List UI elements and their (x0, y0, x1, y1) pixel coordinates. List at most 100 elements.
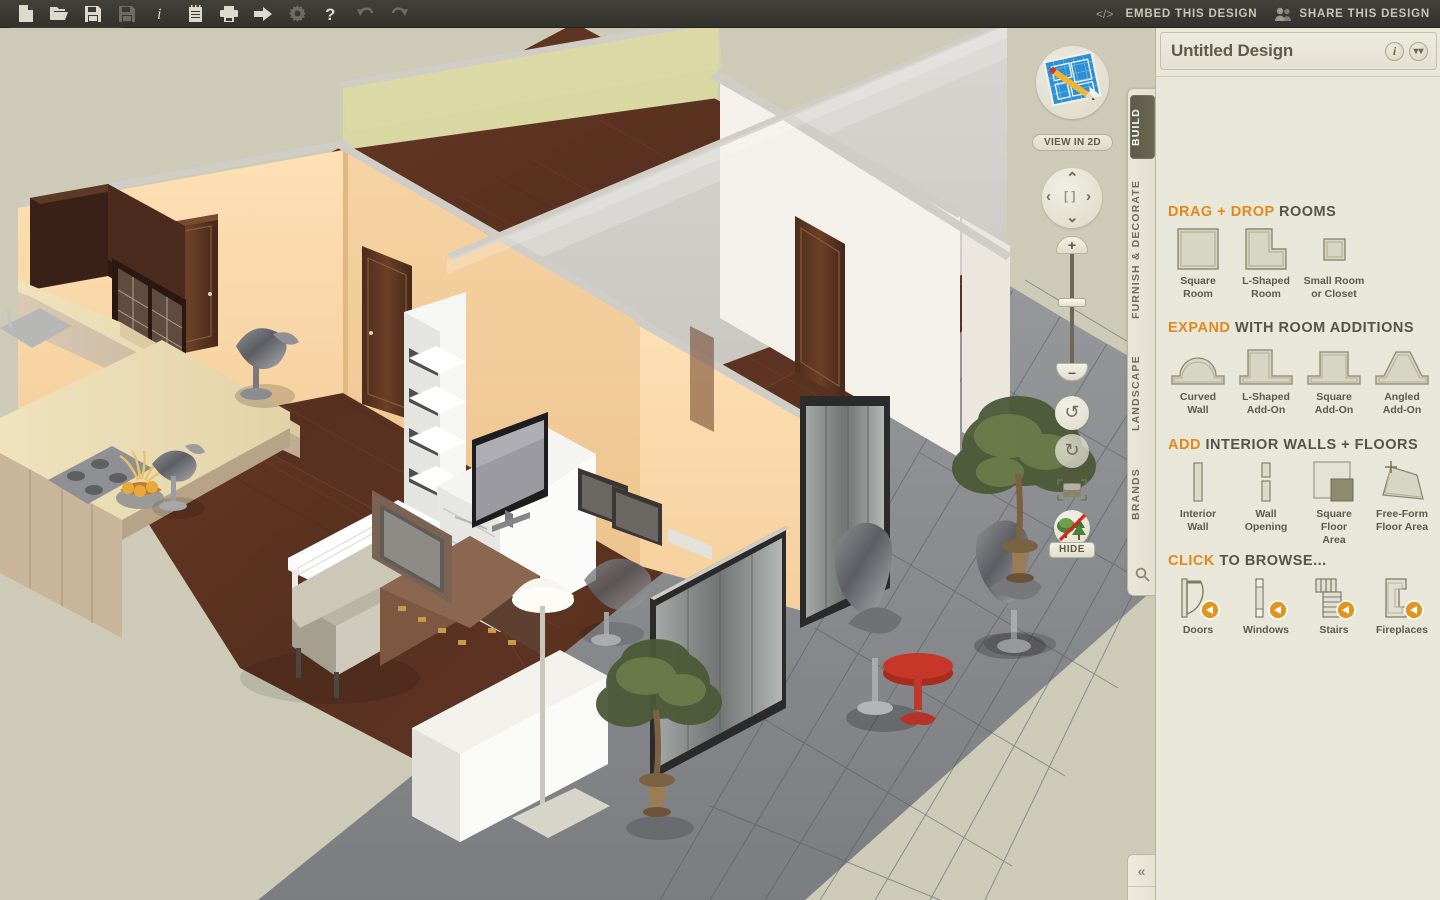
item-doors[interactable]: Doors (1167, 575, 1229, 637)
export-icon[interactable] (246, 1, 280, 27)
item-label: L-Shaped Add-On (1242, 391, 1290, 416)
item-l-shaped-addon[interactable]: L-Shaped Add-On (1235, 342, 1297, 417)
collapse-next-button[interactable]: » (1128, 888, 1155, 900)
item-windows[interactable]: Windows (1235, 575, 1297, 637)
item-label: Small Room or Closet (1303, 275, 1365, 300)
collapse-prev-button[interactable]: « (1128, 855, 1155, 887)
mode-tab-rail: BUILD FURNISH & DECORATE LANDSCAPE BRAND… (1127, 88, 1155, 596)
notes-icon[interactable] (178, 1, 212, 27)
browse-item-list: Doors Windows Stairs Fireplaces (1156, 575, 1440, 637)
free-form-floor-area-icon (1371, 459, 1433, 505)
toolbar-right-links: </> EMBED THIS DESIGN SHARE THIS DESIGN (1096, 7, 1440, 21)
rooms-item-list: Square Room L-Shaped Room Small Room or Clo… (1156, 226, 1440, 301)
item-fireplaces[interactable]: Fireplaces (1371, 575, 1433, 637)
section-title-rest: WITH ROOM ADDITIONS (1234, 320, 1415, 336)
print-icon[interactable] (212, 1, 246, 27)
item-l-shaped-room[interactable]: L-Shaped Room (1235, 226, 1297, 301)
new-document-icon[interactable] (8, 1, 42, 27)
pan-center-reset[interactable]: [ ] (1064, 189, 1075, 203)
svg-text:?: ? (325, 5, 335, 22)
item-interior-wall[interactable]: Interior Wall (1167, 459, 1229, 547)
item-square-floor-area[interactable]: Square Floor Area (1303, 459, 1365, 547)
view-in-2d-button[interactable] (1036, 46, 1109, 119)
item-square-addon[interactable]: Square Add-On (1303, 342, 1365, 417)
crop-frame-icon (1057, 479, 1087, 501)
tree-hide-icon (1057, 513, 1087, 542)
view-in-2d-label[interactable]: VIEW IN 2D (1032, 134, 1113, 151)
open-folder-icon[interactable] (42, 1, 76, 27)
pan-up-arrow[interactable]: ⌃ (1066, 169, 1079, 187)
item-square-room[interactable]: Square Room (1167, 226, 1229, 301)
l-shaped-addon-icon (1235, 342, 1297, 388)
save-icon[interactable] (76, 1, 110, 27)
panel-nav-bar (1156, 76, 1440, 156)
item-angled-addon[interactable]: Angled Add-On (1371, 342, 1433, 417)
item-label: Square Room (1180, 275, 1216, 300)
redo-icon[interactable] (382, 1, 416, 27)
rail-tab-brands[interactable]: BRANDS (1130, 453, 1155, 535)
section-title-rest: INTERIOR WALLS + FLOORS (1205, 437, 1419, 453)
section-title-walls: ADD INTERIOR WALLS + FLOORS (1168, 437, 1418, 453)
embed-design-button[interactable]: </> EMBED THIS DESIGN (1096, 7, 1257, 20)
svg-text:i: i (157, 6, 161, 22)
rail-tab-landscape[interactable]: LANDSCAPE (1130, 339, 1155, 447)
windows-icon (1235, 575, 1297, 621)
section-title-accent: EXPAND (1168, 320, 1231, 336)
fit-to-screen-button[interactable] (1056, 478, 1088, 504)
pan-dpad[interactable]: ⌃ ⌄ ‹ › [ ] (1042, 168, 1102, 228)
panel-header: Untitled Design i ▾▾ (1160, 32, 1437, 70)
pan-down-arrow[interactable]: ⌄ (1066, 208, 1079, 226)
save-as-icon[interactable] (110, 1, 144, 27)
item-label: Interior Wall (1179, 508, 1217, 533)
hide-plants-button[interactable] (1054, 510, 1090, 546)
wall-opening-icon (1235, 459, 1297, 505)
doors-icon (1167, 575, 1229, 621)
pan-right-arrow[interactable]: › (1086, 188, 1091, 205)
zoom-out-button[interactable]: – (1056, 363, 1088, 381)
square-room-icon (1167, 226, 1229, 272)
item-label: Doors (1182, 624, 1214, 636)
item-free-form-floor-area[interactable]: Free-Form Floor Area (1371, 459, 1433, 547)
walls-item-list: Interior Wall Wall Opening Square Floor Are… (1156, 459, 1440, 547)
rotate-left-button[interactable]: ↺ (1055, 396, 1089, 430)
undo-icon[interactable] (348, 1, 382, 27)
section-title-rooms: DRAG + DROP ROOMS (1168, 204, 1336, 220)
zoom-slider-handle[interactable] (1058, 298, 1086, 307)
section-title-browse: CLICK TO BROWSE... (1168, 553, 1327, 569)
item-label: Angled Add-On (1382, 391, 1422, 416)
section-title-rest: TO BROWSE... (1219, 553, 1327, 569)
panel-collapse-icon[interactable]: ▾▾ (1409, 41, 1428, 61)
svg-text:</>: </> (1096, 7, 1113, 20)
item-label: Fireplaces (1376, 624, 1428, 636)
item-small-room-closet[interactable]: Small Room or Closet (1303, 226, 1365, 301)
info-icon[interactable]: i (144, 1, 178, 27)
rail-search-icon[interactable] (1135, 567, 1150, 587)
embed-design-label: EMBED THIS DESIGN (1125, 7, 1258, 20)
item-stairs[interactable]: Stairs (1303, 575, 1365, 637)
item-label: L-Shaped Room (1242, 275, 1290, 300)
share-design-button[interactable]: SHARE THIS DESIGN (1275, 7, 1430, 21)
share-design-label: SHARE THIS DESIGN (1299, 7, 1430, 20)
square-floor-area-icon (1303, 459, 1365, 505)
item-label: Square Add-On (1314, 391, 1354, 416)
code-brackets-icon: </> (1096, 7, 1118, 20)
zoom-slider[interactable]: + – (1056, 236, 1088, 381)
rail-tab-furnish-decorate[interactable]: FURNISH & DECORATE (1130, 165, 1155, 333)
pan-left-arrow[interactable]: ‹ (1046, 188, 1051, 205)
zoom-in-button[interactable]: + (1056, 236, 1088, 254)
design-canvas[interactable]: VIEW IN 2D ⌃ ⌄ ‹ › [ ] + – ↺ ↻ HIDE BUIL… (0, 28, 1155, 900)
help-icon[interactable]: ? (314, 1, 348, 27)
design-info-icon[interactable]: i (1385, 41, 1404, 61)
additions-item-list: Curved Wall L-Shaped Add-On Square Add-On A… (1156, 342, 1440, 417)
panel-collapse-group: « » (1127, 854, 1155, 900)
settings-gear-icon[interactable] (280, 1, 314, 27)
3d-floorplan-scene[interactable] (0, 28, 1155, 900)
rail-tab-build[interactable]: BUILD (1130, 95, 1155, 159)
item-wall-opening[interactable]: Wall Opening (1235, 459, 1297, 547)
rotate-right-button[interactable]: ↻ (1055, 434, 1089, 468)
section-title-accent: DRAG + DROP (1168, 204, 1275, 220)
l-shaped-room-icon (1235, 226, 1297, 272)
hide-plants-label[interactable]: HIDE (1049, 542, 1095, 558)
item-curved-wall[interactable]: Curved Wall (1167, 342, 1229, 417)
section-title-rest: ROOMS (1278, 204, 1337, 220)
